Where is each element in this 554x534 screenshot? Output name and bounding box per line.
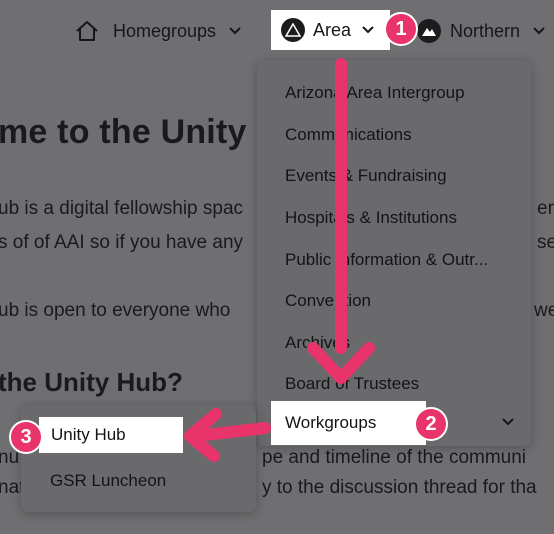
nav-homegroups-label: Homegroups xyxy=(113,20,217,41)
chevron-down-icon xyxy=(362,26,374,34)
menu-item-archives[interactable]: Archives xyxy=(285,333,350,353)
chevron-down-icon xyxy=(229,27,241,35)
menu-item-public-information[interactable]: Public Information & Outr... xyxy=(285,250,488,270)
area-dropdown-menu: Arizona Area Intergroup Communications E… xyxy=(257,60,531,446)
submenu-item-gsr-luncheon[interactable]: GSR Luncheon xyxy=(50,471,166,491)
menu-item-events-fundraising[interactable]: Events & Fundraising xyxy=(285,166,447,186)
aa-logo-icon xyxy=(281,18,305,42)
page-paragraph: y to the discussion thread for tha xyxy=(262,477,537,498)
home-icon xyxy=(76,21,98,41)
chevron-down-icon xyxy=(502,418,514,426)
northern-logo-icon xyxy=(417,19,441,43)
submenu-item-unity-hub[interactable]: Unity Hub xyxy=(39,417,183,453)
nav-area-button[interactable]: Area xyxy=(271,10,390,50)
page-paragraph: s of of AAI so if you have any xyxy=(0,232,244,253)
page-paragraph: ere xyxy=(537,198,554,219)
page-paragraph: we xyxy=(534,300,554,321)
nav-homegroups[interactable]: Homegroups xyxy=(75,13,242,49)
page-paragraph: ub is open to everyone who xyxy=(0,300,231,321)
menu-item-arizona-area-intergroup[interactable]: Arizona Area Intergroup xyxy=(285,83,465,103)
page-subheading: the Unity Hub? xyxy=(0,367,183,397)
chevron-down-icon xyxy=(533,27,545,35)
menu-item-convention[interactable]: Convention xyxy=(285,291,371,311)
menu-item-hospitals-institutions[interactable]: Hospitals & Institutions xyxy=(285,208,457,228)
menu-item-workgroups[interactable]: Workgroups xyxy=(271,401,426,445)
page-paragraph: ub is a digital fellowship spac xyxy=(0,198,244,219)
nav-northern[interactable]: Northern xyxy=(417,13,546,49)
annotation-badge-3: 3 xyxy=(9,420,43,454)
menu-item-board-of-trustees[interactable]: Board of Trustees xyxy=(285,374,419,394)
page-paragraph: se xyxy=(537,232,554,253)
annotation-badge-2: 2 xyxy=(414,407,448,441)
nav-northern-label: Northern xyxy=(450,20,521,41)
page-heading: me to the Unity H xyxy=(0,113,281,151)
workgroups-submenu: Unity Hub GSR Luncheon xyxy=(21,405,256,512)
page-paragraph: pe and timeline of the communi xyxy=(262,447,527,468)
annotation-badge-1: 1 xyxy=(384,12,418,46)
menu-item-communications[interactable]: Communications xyxy=(285,125,412,145)
nav-area-label: Area xyxy=(313,19,352,40)
